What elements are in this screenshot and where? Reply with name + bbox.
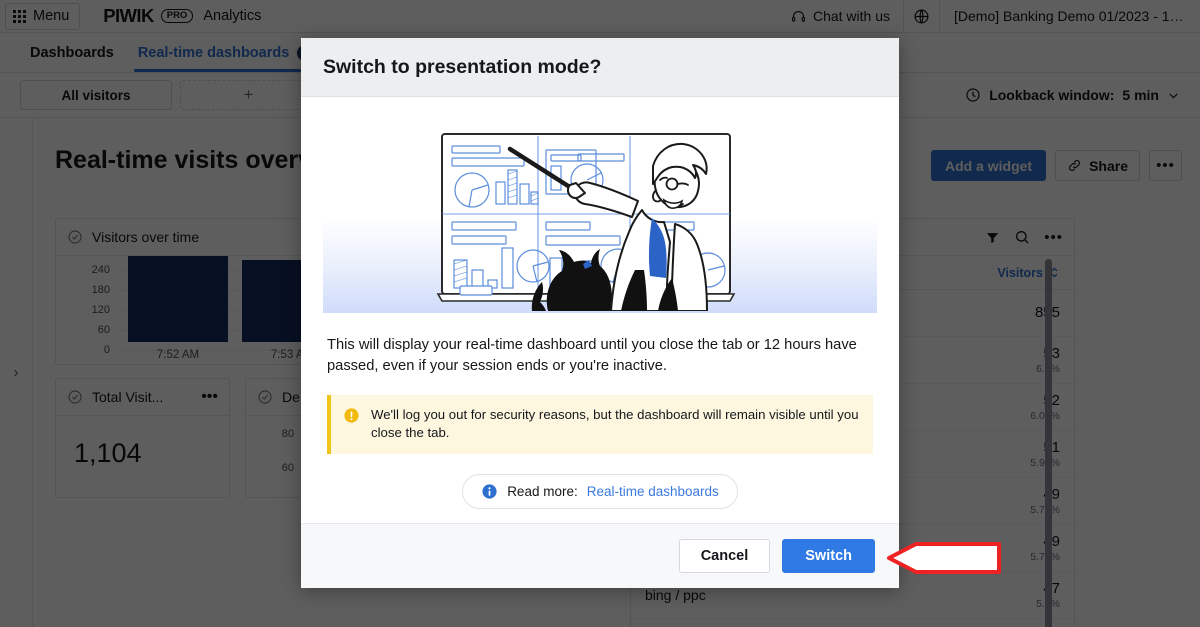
security-callout: We'll log you out for security reasons, … (327, 394, 873, 455)
read-more-pill[interactable]: Read more: Real-time dashboards (462, 474, 738, 510)
info-icon (482, 484, 497, 499)
dialog-footer: Cancel Switch (301, 523, 899, 588)
presentation-mode-dialog: Switch to presentation mode? This will d… (301, 38, 899, 588)
screen-root: Menu PIWIK PRO Analytics Chat with us (0, 0, 1200, 627)
dialog-body-text: This will display your real-time dashboa… (327, 337, 857, 375)
dialog-body: This will display your real-time dashboa… (301, 97, 899, 523)
warning-icon (344, 408, 359, 423)
dialog-title: Switch to presentation mode? (323, 55, 602, 78)
read-more-label: Read more: (507, 484, 578, 500)
read-more-row: Read more: Real-time dashboards (301, 474, 899, 510)
cancel-button[interactable]: Cancel (678, 539, 771, 573)
dialog-header: Switch to presentation mode? (301, 38, 899, 97)
professor-presenting-dashboard-illustration (323, 116, 877, 313)
security-callout-text: We'll log you out for security reasons, … (371, 406, 859, 441)
switch-button[interactable]: Switch (782, 539, 875, 573)
red-callout-arrow (887, 542, 1001, 574)
read-more-link[interactable]: Real-time dashboards (587, 484, 719, 499)
